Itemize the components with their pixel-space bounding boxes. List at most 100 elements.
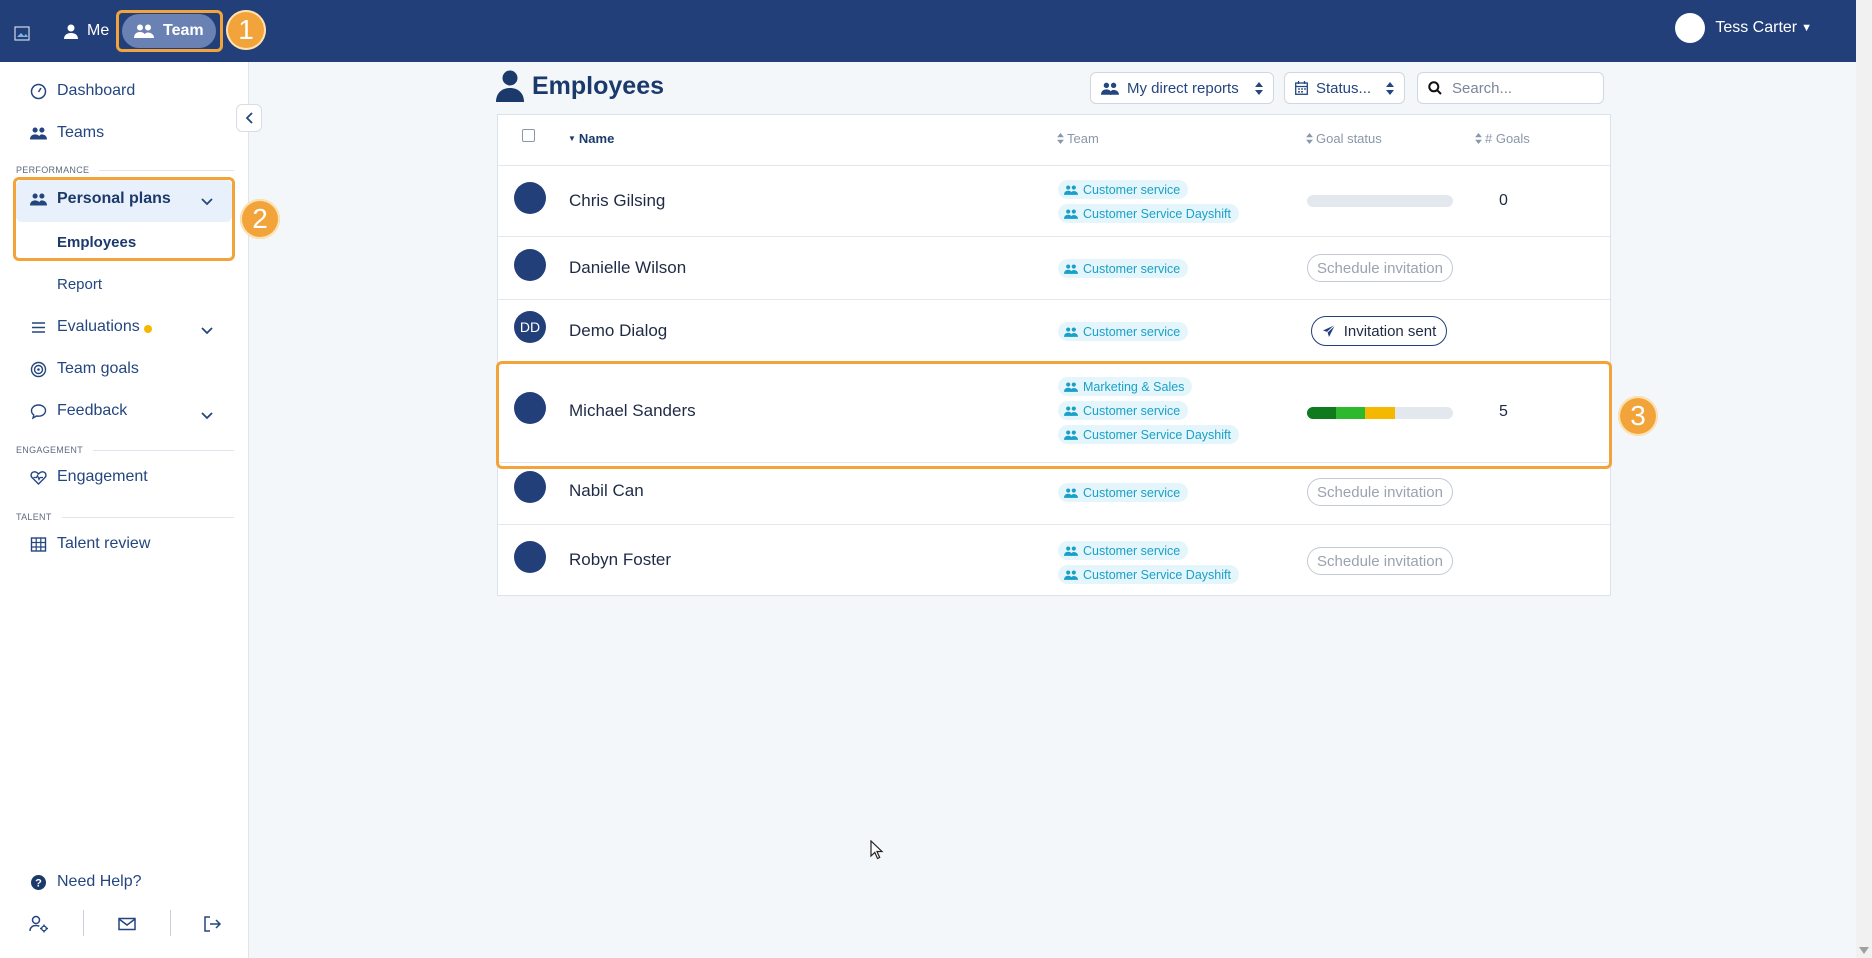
- search-box[interactable]: [1417, 72, 1604, 104]
- table-row[interactable]: DD Demo Dialog Customer service Invitati…: [498, 299, 1610, 363]
- employee-name[interactable]: Chris Gilsing: [569, 191, 665, 211]
- filter-status[interactable]: Status...: [1284, 72, 1405, 104]
- column-header-name[interactable]: ▼ Name: [568, 131, 614, 146]
- employee-name[interactable]: Danielle Wilson: [569, 258, 686, 278]
- sidebar-item-label: Report: [57, 276, 103, 293]
- top-nav-bar: Me Team Tess Carter ▼: [0, 0, 1856, 62]
- sidebar-item-evaluations[interactable]: Evaluations: [30, 318, 152, 336]
- sidebar-item-label: Talent review: [57, 535, 151, 552]
- envelope-icon[interactable]: [117, 914, 137, 934]
- caret-down-icon: ▼: [1801, 22, 1812, 34]
- need-help-label: Need Help?: [57, 873, 142, 890]
- user-name: Tess Carter: [1715, 19, 1798, 36]
- callout-badge-3: 3: [1618, 396, 1658, 436]
- table-row[interactable]: Nabil Can Customer service Schedule invi…: [498, 462, 1610, 525]
- collapse-sidebar-button[interactable]: [236, 104, 262, 132]
- user-icon: [496, 70, 524, 102]
- column-header-team[interactable]: Team: [1057, 131, 1099, 146]
- avatar: [514, 249, 546, 281]
- broken-logo-icon[interactable]: [14, 24, 32, 42]
- column-header-label: Name: [578, 131, 615, 146]
- team-tag-label: Customer service: [1083, 261, 1181, 276]
- team-tag: Customer service: [1058, 259, 1189, 278]
- goals-count: 0: [1499, 192, 1508, 209]
- users-icon: [1101, 82, 1119, 95]
- employees-table: ▼ Name Team Goal status # Goals Chris Gi…: [497, 114, 1611, 596]
- chevron-down-icon[interactable]: [200, 323, 214, 337]
- team-tag-label: Customer service: [1083, 485, 1181, 500]
- search-input[interactable]: [1450, 78, 1584, 98]
- employee-name[interactable]: Demo Dialog: [569, 321, 667, 341]
- table-row[interactable]: Chris Gilsing Customer service Customer …: [498, 165, 1610, 237]
- grid-icon: [30, 536, 47, 552]
- employee-name[interactable]: Robyn Foster: [569, 550, 671, 570]
- user-icon: [64, 24, 78, 39]
- callout-badge-2: 2: [240, 199, 280, 239]
- sidebar-item-team-goals[interactable]: Team goals: [30, 360, 139, 378]
- section-label-engagement: ENGAGEMENT: [16, 445, 234, 455]
- callout-box-3: [496, 361, 1612, 469]
- avatar: [514, 541, 546, 573]
- employee-name[interactable]: Nabil Can: [569, 481, 644, 501]
- need-help-link[interactable]: ? Need Help?: [30, 873, 142, 891]
- page-header: Employees: [496, 70, 664, 102]
- column-header-goals[interactable]: # Goals: [1475, 131, 1530, 146]
- users-icon: [1064, 184, 1078, 195]
- sort-icon: [1386, 81, 1394, 95]
- page-title: Employees: [532, 71, 665, 100]
- team-tag-label: Customer service: [1083, 324, 1181, 339]
- nav-me-label: Me: [87, 22, 110, 39]
- users-icon: [30, 127, 47, 139]
- column-header-goal-status[interactable]: Goal status: [1306, 131, 1382, 146]
- sidebar-item-teams[interactable]: Teams: [30, 124, 104, 142]
- avatar: [1675, 13, 1706, 43]
- sidebar-item-label: Engagement: [57, 468, 148, 485]
- target-icon: [30, 361, 47, 377]
- mouse-cursor-icon: [870, 840, 884, 860]
- schedule-invitation-button[interactable]: Schedule invitation: [1307, 478, 1453, 506]
- divider: [170, 910, 171, 936]
- page-scrollbar[interactable]: [1856, 0, 1872, 958]
- filter-status-label: Status...: [1316, 79, 1372, 97]
- team-tag: Customer service: [1058, 483, 1189, 502]
- heart-pulse-icon: [30, 470, 47, 485]
- users-icon: [1064, 487, 1078, 498]
- sort-icon: [1057, 133, 1064, 144]
- team-tag: Customer service: [1058, 541, 1189, 560]
- sidebar-item-label: Feedback: [57, 402, 128, 419]
- team-tag: Customer Service Dayshift: [1058, 204, 1239, 223]
- team-tag-label: Customer service: [1083, 182, 1181, 197]
- divider: [83, 910, 84, 936]
- nav-me[interactable]: Me: [52, 14, 121, 48]
- filter-direct-reports[interactable]: My direct reports: [1090, 72, 1274, 104]
- sidebar-item-engagement[interactable]: Engagement: [30, 468, 148, 486]
- user-cog-icon[interactable]: [29, 914, 49, 934]
- sidebar-footer: [0, 908, 248, 938]
- notification-dot: [143, 325, 152, 333]
- select-all-checkbox[interactable]: [522, 129, 535, 142]
- list-icon: [32, 321, 45, 333]
- goal-progress-bar: [1307, 195, 1453, 207]
- sidebar-item-report[interactable]: Report: [57, 276, 102, 293]
- user-menu[interactable]: Tess Carter ▼: [1675, 13, 1812, 43]
- logout-icon[interactable]: [202, 914, 222, 934]
- gauge-icon: [30, 83, 47, 99]
- sidebar-item-feedback[interactable]: Feedback: [30, 402, 127, 420]
- sidebar-item-dashboard[interactable]: Dashboard: [30, 82, 135, 100]
- chevron-down-icon[interactable]: [200, 408, 214, 422]
- schedule-invitation-button[interactable]: Schedule invitation: [1307, 254, 1453, 282]
- team-tag-label: Customer service: [1083, 543, 1181, 558]
- team-tag: Customer Service Dayshift: [1058, 565, 1239, 584]
- users-icon: [1064, 208, 1078, 219]
- sidebar-item-label: Dashboard: [57, 82, 136, 99]
- sidebar-item-label: Evaluations: [57, 318, 140, 335]
- table-row[interactable]: Danielle Wilson Customer service Schedul…: [498, 236, 1610, 300]
- users-icon: [1064, 263, 1078, 274]
- table-row[interactable]: Robyn Foster Customer service Customer S…: [498, 524, 1610, 596]
- scroll-down-icon[interactable]: [1859, 947, 1869, 954]
- schedule-invitation-button[interactable]: Schedule invitation: [1307, 547, 1453, 575]
- callout-badge-1: 1: [226, 10, 266, 50]
- invitation-sent-button[interactable]: Invitation sent: [1311, 316, 1447, 346]
- column-header-label: Goal status: [1316, 131, 1382, 146]
- sidebar-item-talent-review[interactable]: Talent review: [30, 535, 150, 553]
